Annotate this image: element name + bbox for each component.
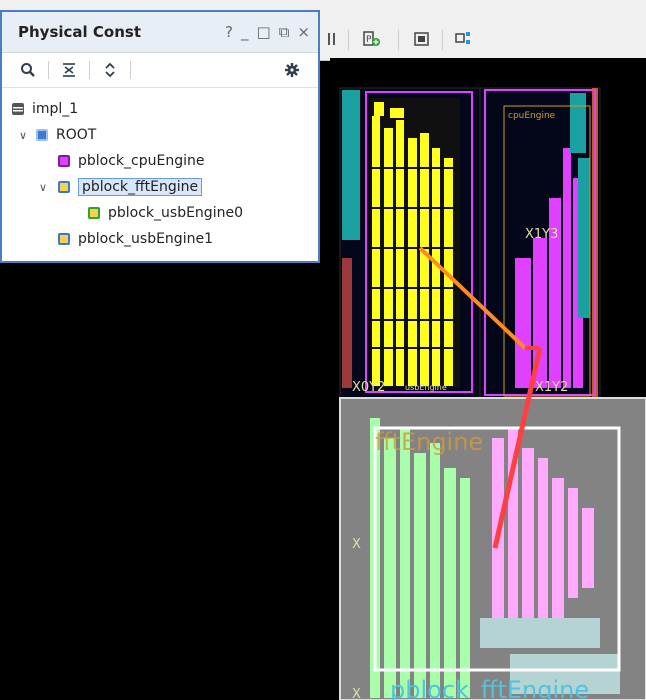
chevron-down-icon[interactable]: ∨ <box>36 181 50 194</box>
pblock-name-label: pblock_fftEngine <box>390 676 589 700</box>
device-canvas[interactable]: cpuEngine X1Y3 X0Y2 X1Y2 fftEngine usbEn… <box>330 58 646 700</box>
fit-selection-icon[interactable] <box>410 26 434 52</box>
panel-toolbar <box>2 53 318 88</box>
pblock-label-fft: fftEngine <box>375 428 483 456</box>
pblock-yellow-icon <box>58 181 70 193</box>
help-icon[interactable]: ? <box>225 23 233 41</box>
tree-item-pblock-usb0[interactable]: pblock_usbEngine0 <box>2 200 318 226</box>
tree-item-label: pblock_fftEngine <box>78 178 203 196</box>
device-view[interactable]: cpuEngine X1Y3 X0Y2 X1Y2 fftEngine usbEn… <box>330 58 646 700</box>
list-icon <box>12 103 24 115</box>
pblock-green-icon <box>88 207 100 219</box>
close-icon[interactable]: × <box>297 23 310 41</box>
root-icon <box>36 129 48 141</box>
search-icon[interactable] <box>16 58 40 82</box>
panel-title-bar[interactable]: Physical Const ? _ □ ⧉ × <box>2 12 318 53</box>
pblock-yellow-icon <box>58 233 70 245</box>
tree-item-label: impl_1 <box>32 101 79 117</box>
pipeline-icon[interactable] <box>323 26 341 52</box>
pblock-label-usb: usbEngine <box>405 383 447 392</box>
chevron-down-icon[interactable]: ∨ <box>16 129 30 142</box>
clock-region-label: X0Y2 <box>352 380 385 395</box>
tree-item-label: pblock_usbEngine1 <box>78 231 213 247</box>
pblock-magenta-icon <box>58 155 70 167</box>
float-icon[interactable]: ⧉ <box>279 23 290 41</box>
editor-tabs <box>320 0 646 10</box>
collapse-all-icon[interactable] <box>57 58 81 82</box>
tree-item-label: ROOT <box>56 127 97 143</box>
clock-region-label: X1Y2 <box>535 380 568 395</box>
tree-item-label: pblock_cpuEngine <box>78 153 205 169</box>
clock-region-label: X <box>352 537 361 552</box>
constraints-tree: impl_1 ∨ ROOT pblock_cpuEngine ∨ pblock_… <box>2 88 318 252</box>
expand-all-icon[interactable] <box>98 58 122 82</box>
physical-constraints-panel: Physical Const ? _ □ ⧉ × impl_1 ∨ ROOT p… <box>0 10 320 263</box>
tree-item-impl[interactable]: impl_1 <box>2 96 318 122</box>
tree-item-pblock-fft[interactable]: ∨ pblock_fftEngine <box>2 174 318 200</box>
svg-text:P: P <box>366 35 372 45</box>
add-pblock-icon[interactable]: P <box>360 26 384 52</box>
tree-item-pblock-cpu[interactable]: pblock_cpuEngine <box>2 148 318 174</box>
tree-item-root[interactable]: ∨ ROOT <box>2 122 318 148</box>
gear-icon[interactable] <box>280 58 304 82</box>
tree-item-pblock-usb1[interactable]: pblock_usbEngine1 <box>2 226 318 252</box>
pblock-label-cpu: cpuEngine <box>508 111 556 121</box>
panel-title: Physical Const <box>18 23 141 41</box>
maximize-icon[interactable]: □ <box>257 23 271 41</box>
clock-region-label: X1Y3 <box>525 227 558 242</box>
minimize-icon[interactable]: _ <box>241 23 249 41</box>
empty-view-area <box>0 263 330 700</box>
route-icon[interactable] <box>452 26 476 52</box>
clock-region-label: X <box>352 687 361 700</box>
tree-item-label: pblock_usbEngine0 <box>108 205 243 221</box>
